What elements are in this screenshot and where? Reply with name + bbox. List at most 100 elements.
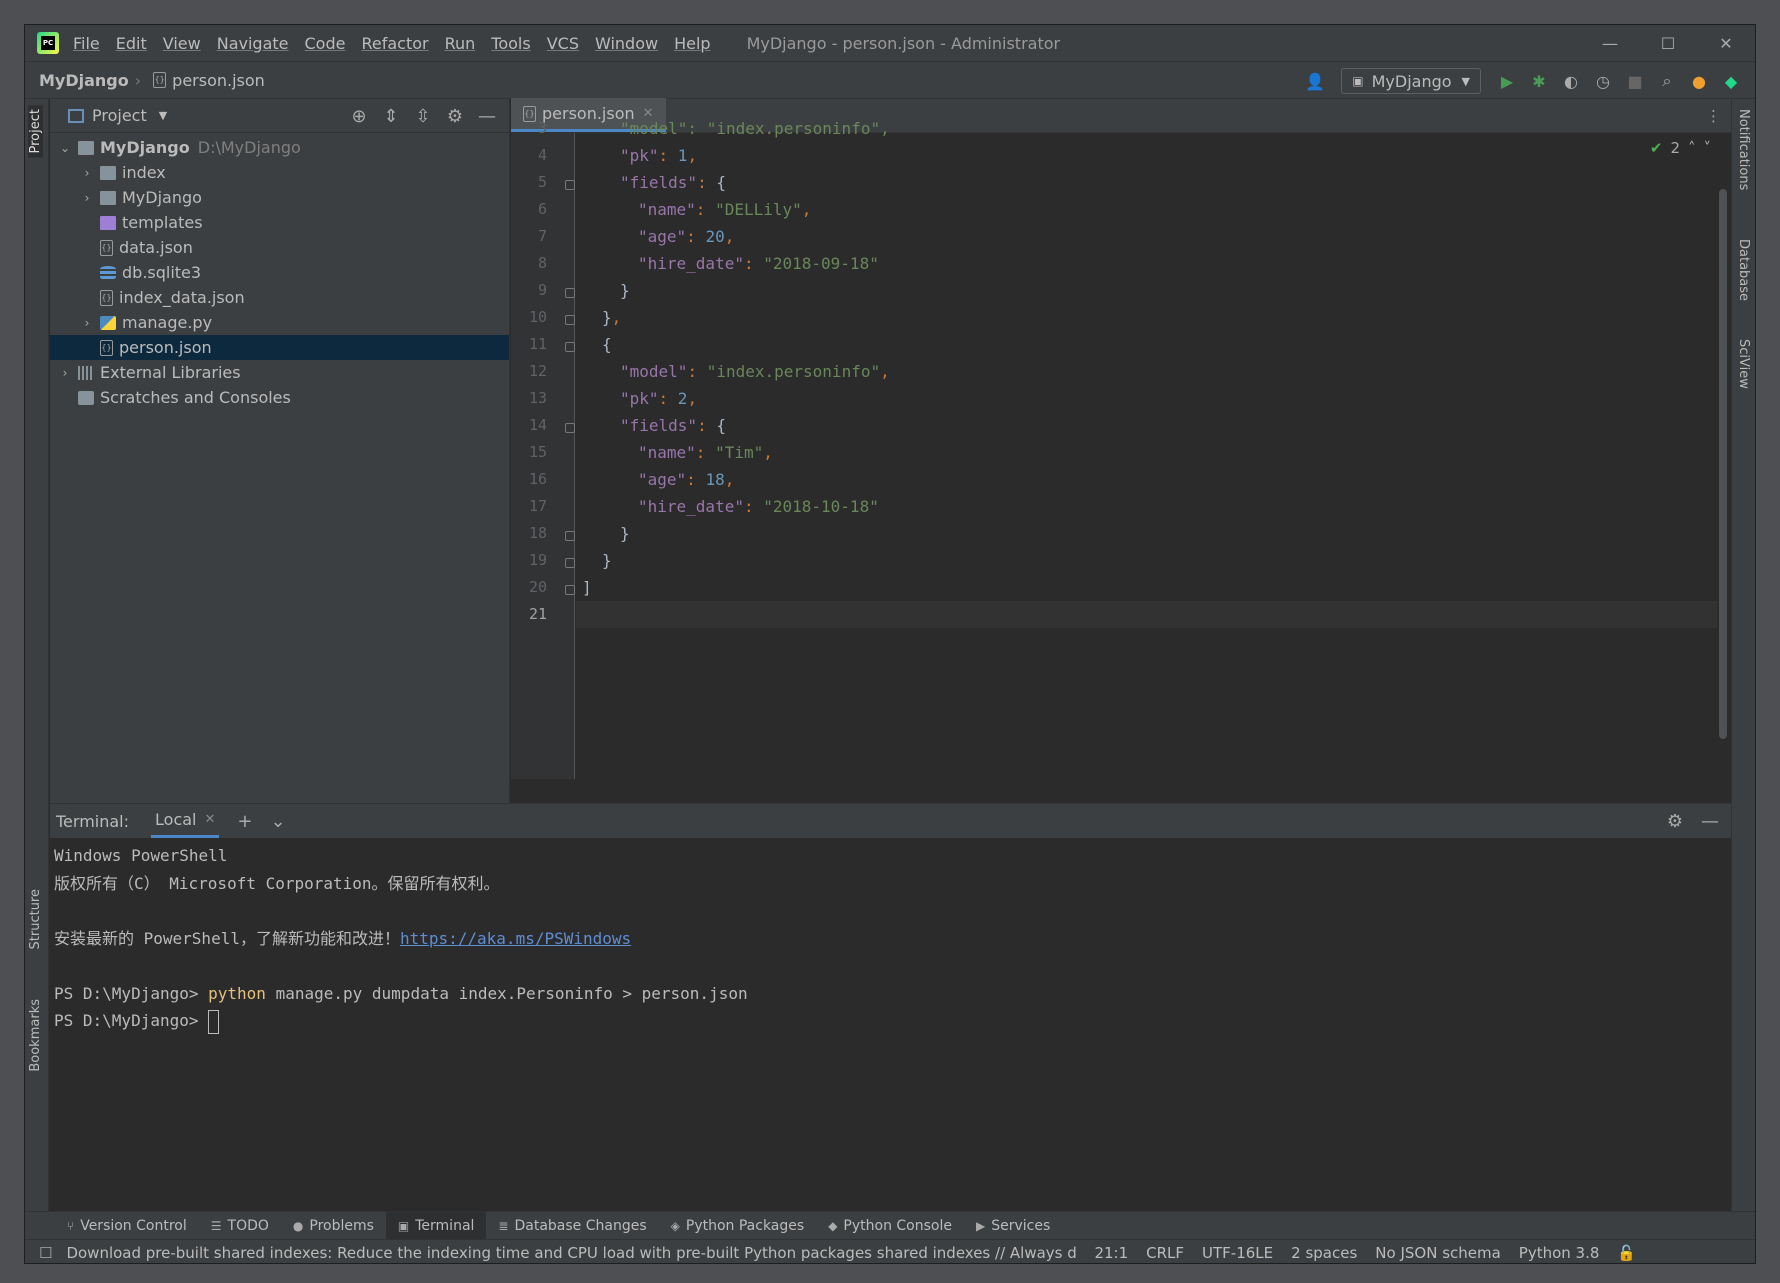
run-configuration-dropdown[interactable]: ▣ MyDjango ▼	[1341, 68, 1481, 94]
tab-database-changes[interactable]: ≣ Database Changes	[486, 1212, 658, 1240]
code-with-me-icon[interactable]: ◆	[1715, 65, 1747, 97]
tab-problems[interactable]: ● Problems	[281, 1212, 386, 1240]
tree-item-scratches[interactable]: Scratches and Consoles	[50, 385, 509, 410]
code-line: "hire_date": "2018-10-18"	[638, 497, 879, 516]
minimize-icon[interactable]: —	[1581, 25, 1639, 61]
fold-marker-icon[interactable]	[565, 585, 575, 595]
editor-scrollbar[interactable]	[1719, 189, 1727, 739]
chevron-right-icon[interactable]: ›	[58, 366, 72, 380]
close-icon[interactable]: ✕	[1697, 25, 1755, 61]
tree-item-index-data-json[interactable]: {} index_data.json	[50, 285, 509, 310]
debug-icon[interactable]: ✱	[1523, 65, 1555, 97]
menu-file[interactable]: File	[73, 34, 100, 53]
tree-item-db-sqlite3[interactable]: db.sqlite3	[50, 260, 509, 285]
menu-run[interactable]: Run	[445, 34, 476, 53]
tree-item-external-libraries[interactable]: › External Libraries	[50, 360, 509, 385]
inspection-widget[interactable]: ✔ 2 ˄ ˅	[1650, 139, 1711, 157]
gear-icon[interactable]: ⚙	[1667, 811, 1683, 832]
menu-navigate[interactable]: Navigate	[217, 34, 289, 53]
fold-marker-icon[interactable]	[565, 531, 575, 541]
menu-help[interactable]: Help	[674, 34, 710, 53]
chevron-right-icon[interactable]: ›	[80, 316, 94, 330]
profile-icon[interactable]: ◷	[1587, 65, 1619, 97]
status-message[interactable]: Download pre-built shared indexes: Reduc…	[66, 1244, 1076, 1262]
hide-icon[interactable]: —	[1701, 811, 1719, 832]
chevron-right-icon[interactable]: ›	[80, 166, 94, 180]
lock-icon[interactable]: 🔓	[1617, 1244, 1636, 1262]
chevron-down-icon[interactable]: ⌄	[58, 141, 72, 155]
code-line: {	[602, 335, 612, 354]
fold-marker-icon[interactable]	[565, 315, 575, 325]
tab-terminal[interactable]: ▣ Terminal	[385, 1211, 487, 1240]
sciview-tool-button[interactable]: SciView	[1736, 339, 1751, 389]
expand-all-icon[interactable]: ⇕	[375, 106, 407, 127]
fold-marker-icon[interactable]	[565, 342, 575, 352]
run-icon[interactable]: ▶	[1491, 65, 1523, 97]
menu-refactor[interactable]: Refactor	[361, 34, 428, 53]
tree-item-index[interactable]: › index	[50, 160, 509, 185]
chevron-right-icon[interactable]: ›	[80, 191, 94, 205]
tab-todo[interactable]: ☰ TODO	[199, 1212, 281, 1240]
project-tool-button[interactable]: Project	[28, 105, 43, 158]
tree-item-person-json[interactable]: {} person.json	[50, 335, 509, 360]
maximize-icon[interactable]: ☐	[1639, 25, 1697, 61]
coverage-icon[interactable]: ◐	[1555, 65, 1587, 97]
python-interpreter[interactable]: Python 3.8	[1519, 1244, 1600, 1262]
project-panel-header: Project ▼ ⊕ ⇕ ⇳ ⚙ —	[50, 99, 509, 133]
caret-position[interactable]: 21:1	[1094, 1244, 1128, 1262]
stop-icon[interactable]: ■	[1619, 65, 1651, 97]
bookmarks-tool-button[interactable]: Bookmarks	[28, 999, 43, 1072]
line-separator[interactable]: CRLF	[1146, 1244, 1184, 1262]
fold-marker-icon[interactable]	[565, 558, 575, 568]
tree-item-templates[interactable]: templates	[50, 210, 509, 235]
tab-python-packages[interactable]: ◈ Python Packages	[659, 1212, 817, 1240]
plus-icon[interactable]: +	[237, 811, 252, 832]
code-editor[interactable]: "model": "index.personinfo", "pk": 1, "f…	[576, 119, 1717, 779]
menu-window[interactable]: Window	[595, 34, 658, 53]
tree-item-mydjango-package[interactable]: › MyDjango	[50, 185, 509, 210]
tab-python-console[interactable]: ◆ Python Console	[816, 1212, 964, 1240]
chevron-down-icon[interactable]: ˅	[1704, 139, 1712, 157]
indent-setting[interactable]: 2 spaces	[1291, 1244, 1357, 1262]
gear-icon[interactable]: ⚙	[439, 106, 471, 127]
project-panel-title[interactable]: Project	[92, 106, 147, 125]
menu-view[interactable]: View	[163, 34, 201, 53]
layout-icon[interactable]: ☐	[39, 1244, 52, 1262]
menu-code[interactable]: Code	[305, 34, 346, 53]
search-icon[interactable]: ⌕	[1651, 65, 1683, 97]
file-encoding[interactable]: UTF-16LE	[1202, 1244, 1273, 1262]
json-schema[interactable]: No JSON schema	[1375, 1244, 1501, 1262]
breadcrumb-file[interactable]: person.json	[172, 71, 265, 90]
chevron-down-icon[interactable]: ▼	[159, 109, 167, 122]
breadcrumb-separator-icon: ›	[134, 70, 142, 90]
breadcrumb-project[interactable]: MyDjango	[39, 71, 129, 90]
fold-marker-icon[interactable]	[565, 423, 575, 433]
tab-services[interactable]: ▶ Services	[964, 1212, 1062, 1240]
tree-item-manage-py[interactable]: › manage.py	[50, 310, 509, 335]
chevron-up-icon[interactable]: ˄	[1688, 139, 1696, 157]
menu-vcs[interactable]: VCS	[547, 34, 579, 53]
warning-icon: ●	[292, 1218, 304, 1233]
update-icon[interactable]: ●	[1683, 65, 1715, 97]
notifications-tool-button[interactable]: Notifications	[1736, 109, 1751, 190]
terminal-tab-local[interactable]: Local ✕	[151, 804, 220, 838]
fold-marker-icon[interactable]	[565, 180, 575, 190]
account-icon[interactable]: 👤	[1299, 65, 1331, 97]
tab-version-control[interactable]: ⑂ Version Control	[55, 1212, 199, 1240]
terminal-output[interactable]: Windows PowerShell 版权所有（C） Microsoft Cor…	[50, 838, 1731, 1039]
menu-tools[interactable]: Tools	[491, 34, 530, 53]
structure-tool-button[interactable]: Structure	[28, 889, 43, 949]
tree-item-data-json[interactable]: {} data.json	[50, 235, 509, 260]
powershell-link[interactable]: https://aka.ms/PSWindows	[400, 929, 631, 948]
line-number: 15	[528, 443, 547, 461]
locate-icon[interactable]: ⊕	[343, 106, 375, 127]
chevron-down-icon[interactable]: ⌄	[270, 811, 285, 832]
tree-item-label: index	[122, 163, 166, 182]
hide-icon[interactable]: —	[471, 106, 503, 127]
tree-item-mydjango-root[interactable]: ⌄ MyDjango D:\MyDjango	[50, 135, 509, 160]
fold-marker-icon[interactable]	[565, 288, 575, 298]
menu-edit[interactable]: Edit	[116, 34, 147, 53]
collapse-all-icon[interactable]: ⇳	[407, 106, 439, 127]
database-tool-button[interactable]: Database	[1736, 239, 1751, 301]
close-tab-icon[interactable]: ✕	[204, 812, 215, 827]
